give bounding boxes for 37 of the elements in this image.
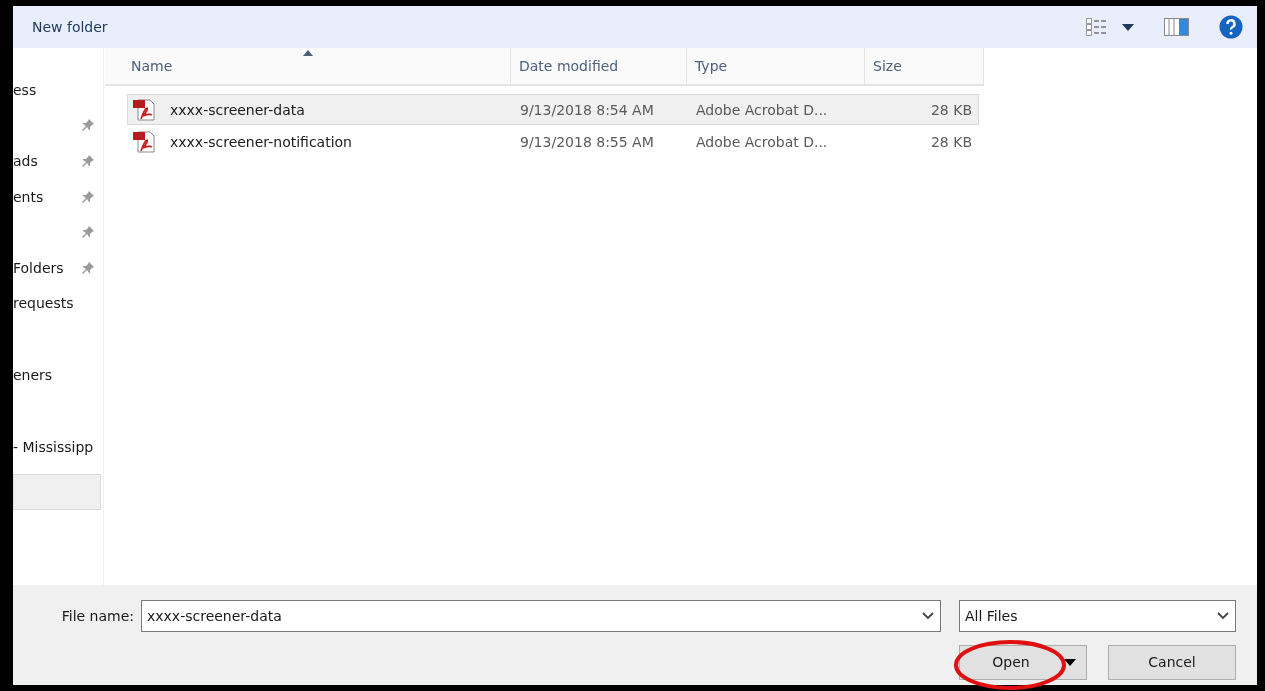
chevron-down-icon[interactable] xyxy=(1217,612,1229,620)
caret-down-icon[interactable] xyxy=(1063,658,1076,666)
pdf-file-icon xyxy=(132,98,158,121)
chevron-down-icon[interactable] xyxy=(922,612,934,620)
column-header[interactable]: Type xyxy=(687,48,865,84)
sidebar-item[interactable]: eners xyxy=(13,366,53,383)
sidebar-item[interactable]: ads xyxy=(13,153,38,169)
date-cell-text: 9/13/2018 8:55 AM xyxy=(519,133,655,150)
sidebar-item[interactable]: requests xyxy=(13,295,74,312)
column-header[interactable]: Date modified xyxy=(511,48,687,84)
preview-pane-icon[interactable] xyxy=(1164,18,1189,36)
file-name: xxxx-screener-data xyxy=(169,101,305,118)
new-folder-button[interactable]: New folder xyxy=(30,17,110,37)
sidebar-item[interactable]: ess xyxy=(13,81,37,98)
file-row[interactable]: xxxx-screener-data 9/13/2018 8:54 AM Adobe Acrobat D... 28 KB xyxy=(127,94,979,125)
file-row[interactable]: xxxx-screener-notification 9/13/2018 8:55 AM Adobe Acrobat D... 28 KB xyxy=(127,126,979,157)
sidebar-item[interactable]: Folders xyxy=(13,259,64,276)
sidebar-item[interactable]: ents xyxy=(13,188,44,205)
help-icon[interactable] xyxy=(1219,15,1243,39)
caret-down-icon[interactable] xyxy=(1122,23,1134,31)
cancel-button[interactable]: Cancel xyxy=(1108,644,1236,680)
sort-ascending-icon xyxy=(302,50,313,56)
open-button[interactable]: Open xyxy=(959,644,1087,680)
date-cell-text: 9/13/2018 8:54 AM xyxy=(519,101,655,118)
file-name-field[interactable]: xxxx-screener-data xyxy=(141,600,941,632)
pdf-file-icon xyxy=(132,130,158,153)
file-type-dropdown[interactable]: All Files xyxy=(959,600,1236,632)
sidebar-scrollbar[interactable] xyxy=(13,474,101,511)
column-header[interactable]: Size xyxy=(865,48,984,84)
sidebar-item[interactable]: - Mississipp xyxy=(13,438,94,455)
type-cell-text: Adobe Acrobat D... xyxy=(695,101,829,118)
size-cell-text: 28 KB xyxy=(929,133,973,150)
file-name: xxxx-screener-notification xyxy=(169,133,352,150)
type-cell-text: Adobe Acrobat D... xyxy=(695,133,829,150)
file-name-label: File name: xyxy=(60,608,135,624)
size-cell-text: 28 KB xyxy=(929,101,973,118)
column-header[interactable]: Name xyxy=(105,48,511,84)
